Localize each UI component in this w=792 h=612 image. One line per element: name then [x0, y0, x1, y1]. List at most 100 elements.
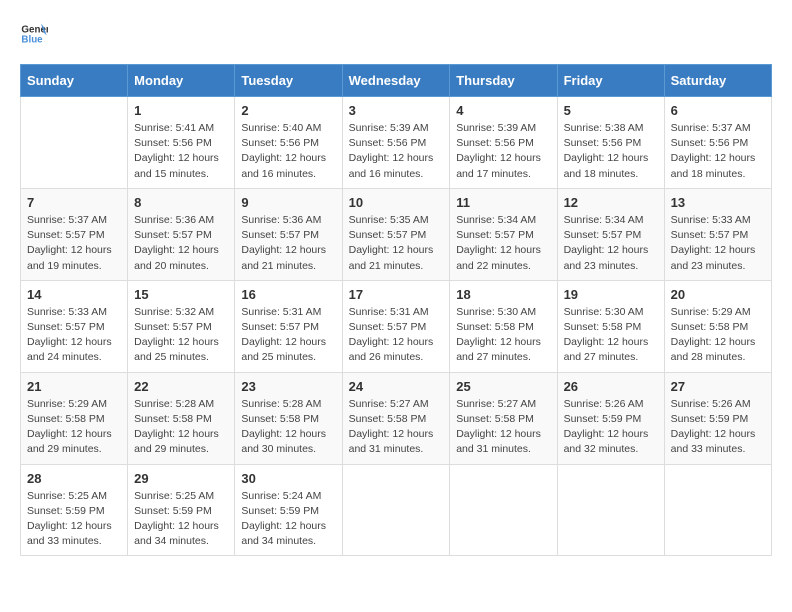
day-number: 5 — [564, 103, 658, 118]
calendar-cell: 28 Sunrise: 5:25 AM Sunset: 5:59 PM Dayli… — [21, 464, 128, 556]
logo-icon: General Blue — [20, 20, 48, 48]
calendar-cell — [557, 464, 664, 556]
cell-content: Sunrise: 5:36 AM Sunset: 5:57 PM Dayligh… — [134, 213, 228, 274]
calendar-cell: 16 Sunrise: 5:31 AM Sunset: 5:57 PM Dayli… — [235, 280, 342, 372]
cell-content: Sunrise: 5:34 AM Sunset: 5:57 PM Dayligh… — [564, 213, 658, 274]
day-number: 17 — [349, 287, 444, 302]
calendar-cell — [21, 97, 128, 189]
day-number: 1 — [134, 103, 228, 118]
header-cell-friday: Friday — [557, 65, 664, 97]
cell-content: Sunrise: 5:40 AM Sunset: 5:56 PM Dayligh… — [241, 121, 335, 182]
day-number: 4 — [456, 103, 550, 118]
cell-content: Sunrise: 5:34 AM Sunset: 5:57 PM Dayligh… — [456, 213, 550, 274]
day-number: 3 — [349, 103, 444, 118]
cell-content: Sunrise: 5:39 AM Sunset: 5:56 PM Dayligh… — [456, 121, 550, 182]
cell-content: Sunrise: 5:33 AM Sunset: 5:57 PM Dayligh… — [27, 305, 121, 366]
calendar-cell: 14 Sunrise: 5:33 AM Sunset: 5:57 PM Dayli… — [21, 280, 128, 372]
calendar-cell: 13Sunrise: 5:33 AM Sunset: 5:57 PM Dayli… — [664, 188, 771, 280]
cell-content: Sunrise: 5:30 AM Sunset: 5:58 PM Dayligh… — [564, 305, 658, 366]
header-cell-sunday: Sunday — [21, 65, 128, 97]
calendar-header: SundayMondayTuesdayWednesdayThursdayFrid… — [21, 65, 772, 97]
cell-content: Sunrise: 5:24 AM Sunset: 5:59 PM Dayligh… — [241, 489, 335, 550]
week-row-4: 28 Sunrise: 5:25 AM Sunset: 5:59 PM Dayli… — [21, 464, 772, 556]
calendar-cell: 24Sunrise: 5:27 AM Sunset: 5:58 PM Dayli… — [342, 372, 450, 464]
calendar-cell: 21 Sunrise: 5:29 AM Sunset: 5:58 PM Dayli… — [21, 372, 128, 464]
header-cell-saturday: Saturday — [664, 65, 771, 97]
day-number: 22 — [134, 379, 228, 394]
header-row: SundayMondayTuesdayWednesdayThursdayFrid… — [21, 65, 772, 97]
header-cell-thursday: Thursday — [450, 65, 557, 97]
cell-content: Sunrise: 5:28 AM Sunset: 5:58 PM Dayligh… — [241, 397, 335, 458]
day-number: 28 — [27, 471, 121, 486]
calendar-cell: 23 Sunrise: 5:28 AM Sunset: 5:58 PM Dayli… — [235, 372, 342, 464]
cell-content: Sunrise: 5:28 AM Sunset: 5:58 PM Dayligh… — [134, 397, 228, 458]
day-number: 25 — [456, 379, 550, 394]
calendar-cell — [664, 464, 771, 556]
calendar-cell: 12Sunrise: 5:34 AM Sunset: 5:57 PM Dayli… — [557, 188, 664, 280]
calendar-cell: 19 Sunrise: 5:30 AM Sunset: 5:58 PM Dayli… — [557, 280, 664, 372]
calendar-cell: 20 Sunrise: 5:29 AM Sunset: 5:58 PM Dayli… — [664, 280, 771, 372]
cell-content: Sunrise: 5:29 AM Sunset: 5:58 PM Dayligh… — [671, 305, 765, 366]
day-number: 27 — [671, 379, 765, 394]
calendar-cell: 30Sunrise: 5:24 AM Sunset: 5:59 PM Dayli… — [235, 464, 342, 556]
cell-content: Sunrise: 5:37 AM Sunset: 5:57 PM Dayligh… — [27, 213, 121, 274]
calendar-cell: 11 Sunrise: 5:34 AM Sunset: 5:57 PM Dayli… — [450, 188, 557, 280]
calendar-cell: 7 Sunrise: 5:37 AM Sunset: 5:57 PM Daylig… — [21, 188, 128, 280]
day-number: 29 — [134, 471, 228, 486]
calendar-cell: 2 Sunrise: 5:40 AM Sunset: 5:56 PM Daylig… — [235, 97, 342, 189]
cell-content: Sunrise: 5:41 AM Sunset: 5:56 PM Dayligh… — [134, 121, 228, 182]
header-cell-wednesday: Wednesday — [342, 65, 450, 97]
cell-content: Sunrise: 5:31 AM Sunset: 5:57 PM Dayligh… — [241, 305, 335, 366]
calendar-cell: 3Sunrise: 5:39 AM Sunset: 5:56 PM Daylig… — [342, 97, 450, 189]
calendar-cell: 15 Sunrise: 5:32 AM Sunset: 5:57 PM Dayli… — [128, 280, 235, 372]
cell-content: Sunrise: 5:27 AM Sunset: 5:58 PM Dayligh… — [456, 397, 550, 458]
calendar-cell: 10 Sunrise: 5:35 AM Sunset: 5:57 PM Dayli… — [342, 188, 450, 280]
calendar-cell: 17Sunrise: 5:31 AM Sunset: 5:57 PM Dayli… — [342, 280, 450, 372]
cell-content: Sunrise: 5:32 AM Sunset: 5:57 PM Dayligh… — [134, 305, 228, 366]
calendar-cell: 9Sunrise: 5:36 AM Sunset: 5:57 PM Daylig… — [235, 188, 342, 280]
calendar-cell: 25 Sunrise: 5:27 AM Sunset: 5:58 PM Dayli… — [450, 372, 557, 464]
day-number: 21 — [27, 379, 121, 394]
cell-content: Sunrise: 5:30 AM Sunset: 5:58 PM Dayligh… — [456, 305, 550, 366]
page-header: General Blue — [20, 20, 772, 48]
week-row-3: 21 Sunrise: 5:29 AM Sunset: 5:58 PM Dayli… — [21, 372, 772, 464]
cell-content: Sunrise: 5:35 AM Sunset: 5:57 PM Dayligh… — [349, 213, 444, 274]
calendar-body: 1 Sunrise: 5:41 AM Sunset: 5:56 PM Daylig… — [21, 97, 772, 556]
calendar-cell — [450, 464, 557, 556]
day-number: 15 — [134, 287, 228, 302]
day-number: 23 — [241, 379, 335, 394]
week-row-1: 7 Sunrise: 5:37 AM Sunset: 5:57 PM Daylig… — [21, 188, 772, 280]
day-number: 19 — [564, 287, 658, 302]
day-number: 2 — [241, 103, 335, 118]
cell-content: Sunrise: 5:26 AM Sunset: 5:59 PM Dayligh… — [671, 397, 765, 458]
day-number: 14 — [27, 287, 121, 302]
cell-content: Sunrise: 5:25 AM Sunset: 5:59 PM Dayligh… — [27, 489, 121, 550]
header-cell-monday: Monday — [128, 65, 235, 97]
calendar-cell: 5 Sunrise: 5:38 AM Sunset: 5:56 PM Daylig… — [557, 97, 664, 189]
day-number: 10 — [349, 195, 444, 210]
cell-content: Sunrise: 5:25 AM Sunset: 5:59 PM Dayligh… — [134, 489, 228, 550]
day-number: 26 — [564, 379, 658, 394]
cell-content: Sunrise: 5:29 AM Sunset: 5:58 PM Dayligh… — [27, 397, 121, 458]
cell-content: Sunrise: 5:37 AM Sunset: 5:56 PM Dayligh… — [671, 121, 765, 182]
day-number: 16 — [241, 287, 335, 302]
day-number: 11 — [456, 195, 550, 210]
calendar-cell: 29 Sunrise: 5:25 AM Sunset: 5:59 PM Dayli… — [128, 464, 235, 556]
calendar-table: SundayMondayTuesdayWednesdayThursdayFrid… — [20, 64, 772, 556]
day-number: 20 — [671, 287, 765, 302]
day-number: 7 — [27, 195, 121, 210]
day-number: 6 — [671, 103, 765, 118]
calendar-cell — [342, 464, 450, 556]
calendar-cell: 27 Sunrise: 5:26 AM Sunset: 5:59 PM Dayli… — [664, 372, 771, 464]
cell-content: Sunrise: 5:38 AM Sunset: 5:56 PM Dayligh… — [564, 121, 658, 182]
svg-text:Blue: Blue — [21, 34, 43, 45]
day-number: 18 — [456, 287, 550, 302]
calendar-cell: 18 Sunrise: 5:30 AM Sunset: 5:58 PM Dayli… — [450, 280, 557, 372]
cell-content: Sunrise: 5:27 AM Sunset: 5:58 PM Dayligh… — [349, 397, 444, 458]
calendar-cell: 6 Sunrise: 5:37 AM Sunset: 5:56 PM Daylig… — [664, 97, 771, 189]
header-cell-tuesday: Tuesday — [235, 65, 342, 97]
week-row-0: 1 Sunrise: 5:41 AM Sunset: 5:56 PM Daylig… — [21, 97, 772, 189]
logo: General Blue — [20, 20, 52, 48]
calendar-cell: 22 Sunrise: 5:28 AM Sunset: 5:58 PM Dayli… — [128, 372, 235, 464]
day-number: 8 — [134, 195, 228, 210]
